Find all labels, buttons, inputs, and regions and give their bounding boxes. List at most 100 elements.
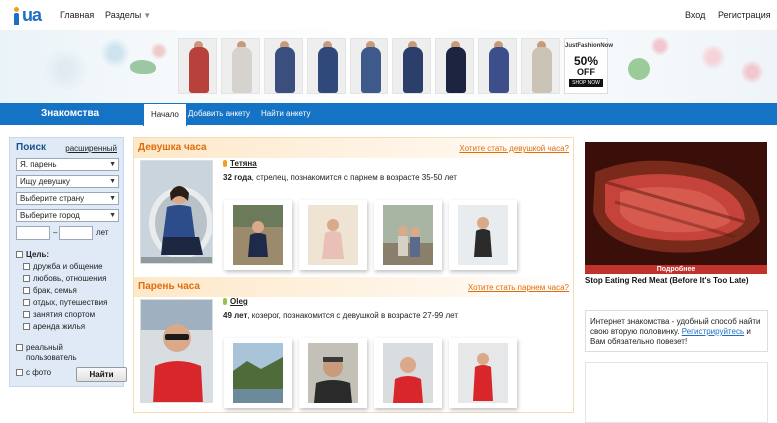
chevron-down-icon: ▼ [109,212,116,219]
goal-travel-label: отдых, путешествия [33,298,108,307]
top-navigation: ua Главная Разделы ▼ Вход Регистрация [0,0,777,30]
ad-brand: JustFashionNow [565,43,614,49]
promo-text-box: Интернет знакомства - удобный способ най… [585,310,768,352]
photo-thumbnail-icon [458,343,508,403]
ad-discount: 50% [574,54,599,68]
looking-for-value: Ищу девушку [20,177,70,186]
guy-age: 49 лет [223,311,248,320]
girl-desc-text: , стрелец, познакомится с парнем в возра… [251,173,457,182]
girl-thumb-photo[interactable] [374,200,442,270]
top-banner: JustFashionNow 50% OFF SHOP NOW [0,30,777,103]
real-user-checkbox[interactable] [16,344,23,351]
ad-dress-image[interactable] [178,38,217,94]
become-girl-of-hour-link[interactable]: Хотите стать девушкой часа? [459,144,569,153]
register-promo-link[interactable]: Регистрируйтесь [682,327,744,336]
age-to-input[interactable] [59,226,93,240]
goal-marriage-checkbox[interactable] [23,287,30,294]
ad-dress-image[interactable] [220,38,260,94]
find-button[interactable]: Найти [76,367,127,382]
country-select[interactable]: Выберите страну ▼ [16,192,119,205]
i-am-select[interactable]: Я. парень ▼ [16,158,119,171]
girl-age: 32 года [223,173,252,182]
girl-name-link[interactable]: Тетяна [230,159,257,168]
guy-name-link[interactable]: Oleg [230,297,248,306]
sponsored-ad[interactable]: Подробнее Stop Eating Red Meat (Before I… [585,142,767,288]
ad-dress-image[interactable] [478,38,518,94]
chevron-down-icon: ▼ [109,195,116,202]
search-panel: Поиск расширенный Я. парень ▼ Ищу девушку… [9,137,127,387]
logo-text: ua [22,5,42,25]
dropdown-arrow-icon: ▼ [143,11,152,20]
guy-main-photo[interactable] [140,299,213,403]
girl-of-hour-header: Девушка часа Хотите стать девушкой часа? [134,138,573,158]
tab-find-profile[interactable]: Найти анкету [254,103,317,125]
goal-marriage-label: брак, семья [33,286,77,295]
girl-thumb-photo[interactable] [224,200,292,270]
goal-friendship-checkbox[interactable] [23,263,30,270]
real-user-label: реальный пользователь [26,343,77,362]
goal-sport-checkbox[interactable] [23,311,30,318]
nav-login-link[interactable]: Вход [685,10,705,20]
city-select[interactable]: Выберите город ▼ [16,209,119,222]
guy-thumb-photo[interactable] [299,338,367,408]
tab-add-profile[interactable]: Добавить анкету [181,103,257,125]
woman-photo-icon [141,161,212,263]
goal-travel-checkbox[interactable] [23,299,30,306]
photo-thumbnail-icon [233,343,283,403]
site-logo[interactable]: ua [12,5,42,25]
with-photo-checkbox[interactable] [16,369,23,376]
ad-sale-tile[interactable]: JustFashionNow 50% OFF SHOP NOW [564,38,614,94]
with-photo-label: с фото [26,368,52,377]
looking-for-select[interactable]: Ищу девушку ▼ [16,175,119,188]
photo-thumbnail-icon [308,205,358,265]
ad-dress-image[interactable] [392,38,432,94]
photo-thumbnail-icon [458,205,508,265]
ad-off: OFF [577,67,596,77]
age-from-input[interactable] [16,226,50,240]
nav-sections-link[interactable]: Разделы ▼ [105,10,151,20]
advanced-search-link[interactable]: расширенный [65,144,117,153]
goal-sport-label: занятия спортом [33,310,96,319]
girl-thumb-photo[interactable] [299,200,367,270]
bird-decoration-icon [130,60,156,74]
goal-checkbox[interactable] [16,251,23,258]
man-photo-icon [141,300,212,402]
search-title: Поиск [16,142,47,153]
goal-rent-checkbox[interactable] [23,323,30,330]
guy-thumb-photo[interactable] [374,338,442,408]
nav-register-link[interactable]: Регистрация [718,10,771,20]
city-value: Выберите город [20,211,80,220]
fashion-ad[interactable]: JustFashionNow 50% OFF SHOP NOW [178,38,614,96]
become-guy-of-hour-link[interactable]: Хотите стать парнем часа? [468,283,569,292]
ad-dress-image[interactable] [349,38,389,94]
ad-shop-now-button[interactable]: SHOP NOW [569,79,603,87]
goal-love-checkbox[interactable] [23,275,30,282]
ad-more-button[interactable]: Подробнее [585,265,767,274]
photo-thumbnail-icon [383,343,433,403]
girl-main-photo[interactable] [140,160,213,264]
ad-dress-image[interactable] [263,38,303,94]
ad-dress-image[interactable] [521,38,561,94]
goal-label: Цель: [26,250,50,259]
goal-friendship-label: дружба и общение [33,262,103,271]
blossom-decoration-icon [650,36,670,56]
ad-dress-image[interactable] [306,38,346,94]
blossom-decoration-icon [100,38,130,68]
photo-thumbnail-icon [233,205,283,265]
guy-desc-text: , козерог, познакомится с девушкой в воз… [247,311,458,320]
guy-thumb-photo[interactable] [224,338,292,408]
right-side-box [585,362,768,423]
goal-rent-label: аренда жилья [33,322,86,331]
guy-thumb-photo[interactable] [449,338,517,408]
blossom-decoration-icon [700,44,726,70]
nav-sections-label: Разделы [105,10,142,20]
ad-dress-image[interactable] [435,38,475,94]
nav-home-link[interactable]: Главная [60,10,94,20]
steak-image[interactable] [585,142,767,265]
age-unit-label: лет [96,228,109,237]
ad-headline-link[interactable]: Stop Eating Red Meat (Before It's Too La… [585,276,749,285]
girl-of-hour-title: Девушка часа [138,142,207,153]
girl-thumb-photo[interactable] [449,200,517,270]
i-am-value: Я. парень [20,160,57,169]
blossom-decoration-icon [40,50,90,90]
